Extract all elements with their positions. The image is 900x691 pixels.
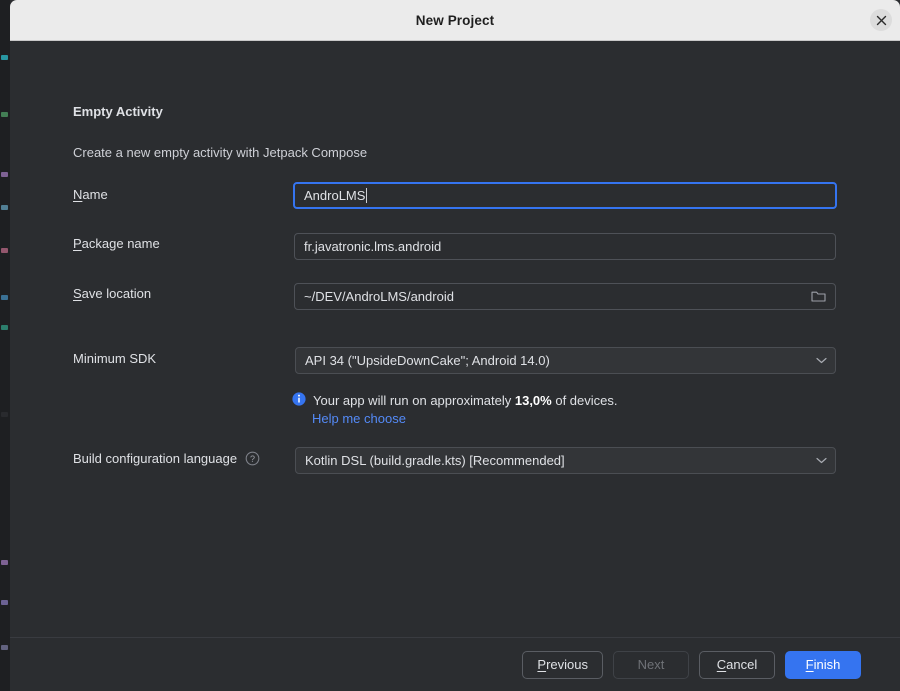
- minimum-sdk-dropdown[interactable]: API 34 ("UpsideDownCake"; Android 14.0): [295, 347, 836, 374]
- previous-button[interactable]: Previous: [522, 650, 603, 679]
- name-label-mnemonic: N: [73, 187, 83, 202]
- close-button[interactable]: [870, 9, 892, 31]
- name-input-value: AndroLMS: [304, 188, 366, 203]
- info-icon: [292, 392, 306, 411]
- save-location-label-mnemonic: S: [73, 286, 82, 301]
- save-location-label-row: Save location: [73, 286, 151, 301]
- sdk-usage-text: Your app will run on approximately 13,0%…: [313, 391, 618, 410]
- cancel-button-mnemonic: C: [716, 657, 727, 672]
- minimum-sdk-label-row: Minimum SDK: [73, 351, 156, 366]
- svg-text:?: ?: [250, 454, 255, 464]
- folder-icon[interactable]: [811, 290, 826, 303]
- minimum-sdk-label: Minimum SDK: [73, 351, 157, 366]
- name-input[interactable]: AndroLMS: [293, 182, 837, 209]
- text-caret: [366, 188, 368, 203]
- screen: New Project Empty Activity Create a new …: [0, 0, 900, 691]
- name-label: Name: [73, 187, 108, 202]
- save-location-input[interactable]: ~/DEV/AndroLMS/android: [294, 283, 836, 310]
- chevron-down-icon: [816, 457, 827, 464]
- dialog-content: Empty Activity Create a new empty activi…: [10, 41, 900, 637]
- build-config-language-value: Kotlin DSL (build.gradle.kts) [Recommend…: [305, 453, 565, 468]
- background-editor-sliver: [0, 0, 10, 691]
- finish-button-mnemonic: F: [805, 657, 814, 672]
- new-project-dialog: New Project Empty Activity Create a new …: [10, 0, 900, 691]
- cancel-button-label: ancel: [726, 657, 758, 672]
- minimum-sdk-value: API 34 ("UpsideDownCake"; Android 14.0): [305, 353, 550, 368]
- dialog-button-bar: Previous Next Cancel Finish: [10, 637, 900, 691]
- package-name-label: Package name: [73, 236, 160, 251]
- folder-glyph: [811, 291, 826, 302]
- dialog-titlebar: New Project: [10, 0, 900, 41]
- build-config-language-dropdown[interactable]: Kotlin DSL (build.gradle.kts) [Recommend…: [295, 447, 836, 474]
- next-button[interactable]: Next: [613, 650, 689, 679]
- save-location-label-text: ave location: [81, 286, 152, 301]
- sdk-usage-info: Your app will run on approximately 13,0%…: [292, 391, 618, 411]
- package-name-label-text: ackage name: [81, 236, 160, 251]
- name-label-row: Name: [73, 187, 108, 202]
- build-config-language-label-row: Build configuration language ?: [73, 451, 260, 466]
- help-me-choose-link[interactable]: Help me choose: [312, 411, 406, 426]
- name-label-text: ame: [82, 187, 108, 202]
- template-description: Create a new empty activity with Jetpack…: [73, 145, 368, 160]
- build-config-language-label: Build configuration language: [73, 451, 238, 466]
- save-location-input-value: ~/DEV/AndroLMS/android: [304, 289, 454, 304]
- chevron-down-icon: [816, 357, 827, 364]
- cancel-button[interactable]: Cancel: [699, 650, 775, 679]
- save-location-label: Save location: [73, 286, 151, 301]
- previous-button-label: revious: [546, 657, 588, 672]
- package-name-label-mnemonic: P: [73, 236, 82, 251]
- package-name-label-row: Package name: [73, 236, 160, 251]
- sdk-usage-text-before: Your app will run on approximately: [313, 393, 515, 408]
- next-button-label: Next: [637, 657, 665, 672]
- sdk-usage-percentage: 13,0%: [514, 393, 552, 408]
- finish-button-label: inish: [813, 657, 841, 672]
- template-title: Empty Activity: [73, 104, 163, 119]
- close-icon: [876, 15, 886, 25]
- package-name-input-value: fr.javatronic.lms.android: [304, 239, 442, 254]
- help-circle-icon[interactable]: ?: [245, 451, 260, 466]
- package-name-input[interactable]: fr.javatronic.lms.android: [294, 233, 836, 260]
- sdk-usage-text-after: of devices.: [551, 393, 618, 408]
- dialog-title: New Project: [415, 12, 495, 28]
- finish-button[interactable]: Finish: [785, 650, 861, 679]
- previous-button-mnemonic: P: [537, 657, 547, 672]
